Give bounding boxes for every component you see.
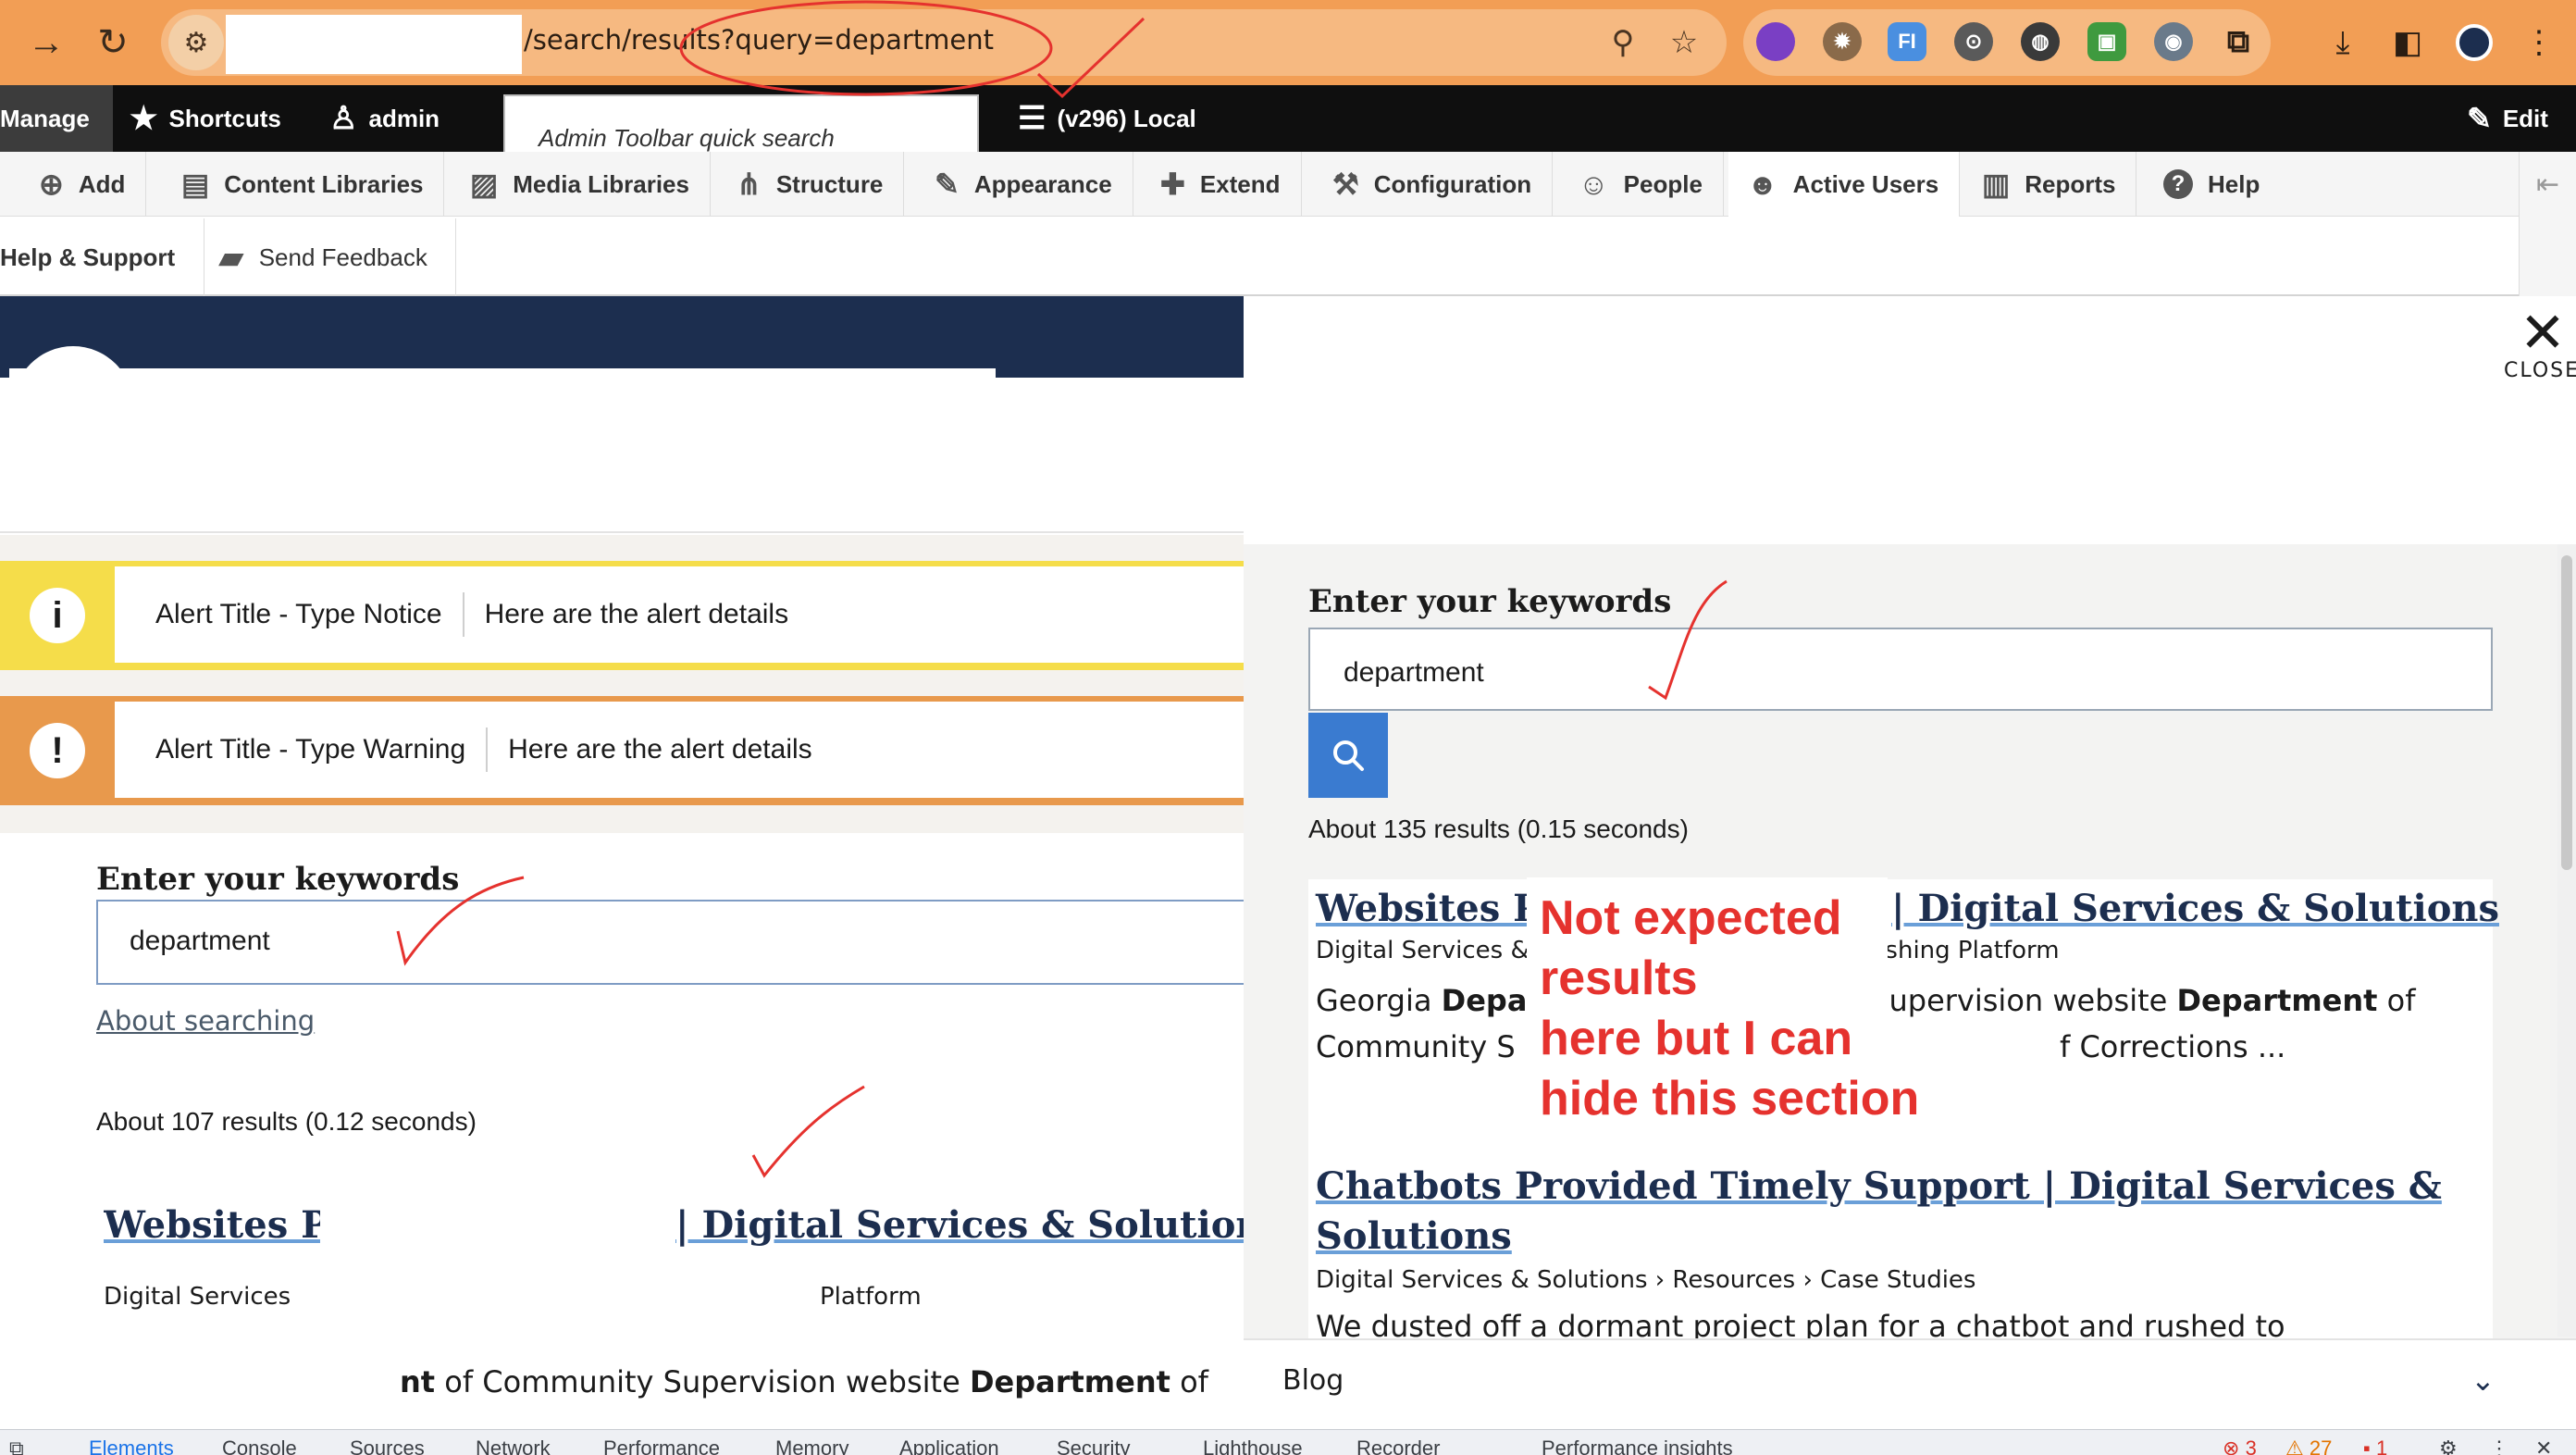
devtools-tab-elements[interactable]: Elements [89,1436,174,1455]
info-count-badge[interactable]: ▪ 1 [2363,1436,2387,1455]
devtools-tab-application[interactable]: Application [899,1436,999,1455]
warning-count-badge[interactable]: ⚠ 27 [2285,1436,2332,1455]
info-count: 1 [2375,1436,2388,1455]
warning-triangle-icon: ⚠ [2285,1436,2304,1455]
devtools-close-icon[interactable]: ✕ [2535,1436,2552,1455]
devtools-tab-security[interactable]: Security [1057,1436,1130,1455]
error-icon: ⊗ [2223,1436,2240,1455]
devtools-tab-lighthouse[interactable]: Lighthouse [1203,1436,1303,1455]
issue-icon: ▪ [2363,1436,2371,1455]
warning-count: 27 [2309,1436,2333,1455]
devtools-tab-performance-insights[interactable]: Performance insights [1542,1436,1733,1455]
devtools-tab-performance[interactable]: Performance [603,1436,720,1455]
devtools-settings-icon[interactable]: ⚙ [2439,1436,2458,1455]
devtools-tab-recorder[interactable]: Recorder [1356,1436,1440,1455]
dock-icon[interactable]: ⧉ [9,1436,24,1455]
error-count: 3 [2245,1436,2257,1455]
devtools-more-icon[interactable]: ⋮ [2489,1436,2509,1455]
url-circle-annotation [679,0,1053,96]
checkmark-annotation [1648,579,1728,701]
error-count-badge[interactable]: ⊗ 3 [2223,1436,2257,1455]
annotation-strokes [396,0,1728,1178]
devtools-tab-network[interactable]: Network [476,1436,551,1455]
devtools-tab-memory[interactable]: Memory [775,1436,848,1455]
checkmark-annotation [751,1085,865,1178]
checkmark-annotation [1036,17,1146,99]
devtools-tab-console[interactable]: Console [222,1436,297,1455]
checkmark-annotation [396,876,525,966]
devtools-tab-sources[interactable]: Sources [350,1436,425,1455]
